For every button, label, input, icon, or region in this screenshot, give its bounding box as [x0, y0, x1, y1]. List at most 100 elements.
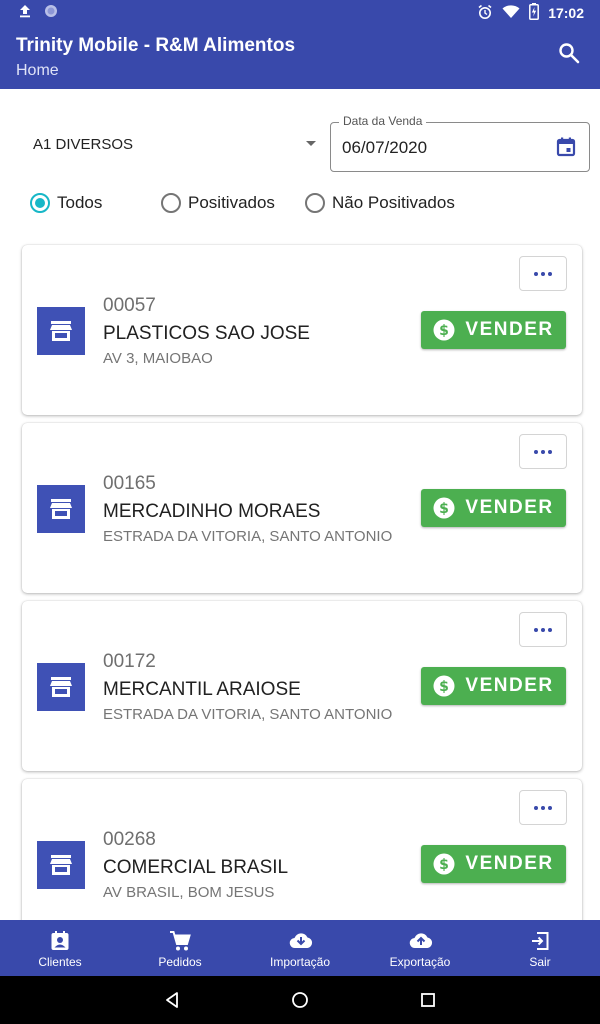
sell-button[interactable]: $ VENDER: [421, 489, 566, 527]
radio-label: Não Positivados: [332, 193, 455, 212]
client-address: ESTRADA DA VITORIA, SANTO ANTONIO: [103, 528, 393, 545]
bottom-navigation: Clientes Pedidos Importação Exportação S…: [0, 920, 600, 976]
sell-button-label: VENDER: [465, 319, 554, 340]
more-dots-icon: [534, 449, 538, 454]
store-icon: [37, 663, 85, 711]
route-dropdown[interactable]: A1 DIVERSOS: [33, 128, 316, 162]
client-card[interactable]: 00165 MERCADINHO MORAES ESTRADA DA VITOR…: [22, 423, 582, 593]
upload-icon: [18, 4, 32, 23]
calendar-icon[interactable]: [555, 136, 577, 158]
search-icon: [558, 42, 580, 69]
nav-importacao[interactable]: Importação: [240, 920, 360, 976]
store-icon: [37, 307, 85, 355]
client-code: 00165: [103, 473, 156, 494]
battery-icon: [529, 3, 540, 23]
status-time: 17:02: [548, 5, 584, 21]
more-dot: [541, 271, 545, 276]
client-code: 00268: [103, 829, 156, 850]
app-subtitle: Home: [16, 62, 59, 79]
sale-date-label: Data da Venda: [339, 114, 427, 128]
status-filter-group: Todos Positivados Não Positivados: [30, 193, 590, 217]
more-dot: [541, 449, 545, 454]
sale-date-field[interactable]: Data da Venda 06/07/2020: [330, 114, 590, 172]
more-options-button[interactable]: [519, 256, 567, 291]
more-dot: [548, 627, 552, 632]
nav-label: Pedidos: [158, 955, 202, 969]
wifi-icon: [502, 4, 520, 22]
more-options-button[interactable]: [519, 612, 567, 647]
radio-label: Todos: [57, 193, 103, 212]
nav-label: Importação: [269, 955, 331, 969]
more-dots-icon: [534, 627, 538, 632]
sell-button-label: VENDER: [465, 675, 554, 696]
client-card[interactable]: 00057 PLASTICOS SAO JOSE AV 3, MAIOBAO $…: [22, 245, 582, 415]
store-icon: [37, 485, 85, 533]
sell-button-label: VENDER: [465, 853, 554, 874]
sale-date-value: 06/07/2020: [342, 138, 428, 157]
radio-nao-positivados[interactable]: Não Positivados: [305, 193, 455, 213]
more-dots-icon: [534, 805, 538, 810]
app-bar: Trinity Mobile - R&M Alimentos Home: [0, 25, 600, 89]
radio-label: Positivados: [188, 193, 275, 212]
client-address: AV BRASIL, BOM JESUS: [103, 884, 275, 901]
client-address: AV 3, MAIOBAO: [103, 350, 213, 367]
sell-button-label: VENDER: [465, 497, 554, 518]
radio-button[interactable]: [305, 193, 325, 213]
sell-button[interactable]: $ VENDER: [421, 845, 566, 883]
client-address: ESTRADA DA VITORIA, SANTO ANTONIO: [103, 706, 393, 723]
nav-label: Clientes: [38, 955, 82, 969]
radio-button-checked[interactable]: [30, 193, 50, 213]
client-card[interactable]: 00172 MERCANTIL ARAIOSE ESTRADA DA VITOR…: [22, 601, 582, 771]
nav-sair[interactable]: Sair: [480, 920, 600, 976]
nav-pedidos[interactable]: Pedidos: [120, 920, 240, 976]
contacts-icon: [49, 930, 71, 952]
sell-button[interactable]: $ VENDER: [421, 667, 566, 705]
cloud-download-icon: [289, 930, 313, 952]
nav-label: Exportação: [389, 955, 451, 969]
more-dot: [548, 271, 552, 276]
radio-button[interactable]: [161, 193, 181, 213]
dollar-circle-icon: $: [433, 675, 455, 697]
svg-text:$: $: [440, 857, 450, 873]
nav-exportacao[interactable]: Exportação: [360, 920, 480, 976]
svg-text:$: $: [440, 323, 450, 339]
nav-clientes[interactable]: Clientes: [0, 920, 120, 976]
dropdown-arrow-icon: [306, 141, 316, 146]
recents-icon[interactable]: [418, 990, 438, 1010]
dollar-circle-icon: $: [433, 319, 455, 341]
client-name: MERCADINHO MORAES: [103, 501, 321, 522]
cloud-upload-icon: [409, 930, 433, 952]
notification-dot-icon: [44, 4, 58, 23]
search-button[interactable]: [556, 42, 582, 68]
more-options-button[interactable]: [519, 790, 567, 825]
client-code: 00172: [103, 651, 156, 672]
more-dot: [548, 449, 552, 454]
nav-label: Sair: [529, 955, 551, 969]
client-name: PLASTICOS SAO JOSE: [103, 323, 310, 344]
svg-text:$: $: [440, 679, 450, 695]
client-name: COMERCIAL BRASIL: [103, 857, 289, 878]
client-code: 00057: [103, 295, 156, 316]
svg-text:$: $: [440, 501, 450, 517]
client-name: MERCANTIL ARAIOSE: [103, 679, 301, 700]
exit-icon: [529, 930, 551, 952]
more-dots-icon: [534, 271, 538, 276]
more-options-button[interactable]: [519, 434, 567, 469]
more-dot: [541, 805, 545, 810]
more-dot: [541, 627, 545, 632]
back-icon[interactable]: [162, 990, 182, 1010]
cart-icon: [169, 930, 191, 952]
app-title: Trinity Mobile - R&M Alimentos: [16, 35, 296, 56]
radio-todos[interactable]: Todos: [30, 193, 102, 213]
system-navigation-bar: [0, 976, 600, 1024]
home-icon[interactable]: [290, 990, 310, 1010]
status-bar: 17:02: [0, 0, 600, 25]
dollar-circle-icon: $: [433, 853, 455, 875]
radio-positivados[interactable]: Positivados: [161, 193, 275, 213]
store-icon: [37, 841, 85, 889]
alarm-icon: [477, 4, 493, 23]
route-dropdown-value: A1 DIVERSOS: [33, 136, 134, 153]
sell-button[interactable]: $ VENDER: [421, 311, 566, 349]
more-dot: [548, 805, 552, 810]
dollar-circle-icon: $: [433, 497, 455, 519]
